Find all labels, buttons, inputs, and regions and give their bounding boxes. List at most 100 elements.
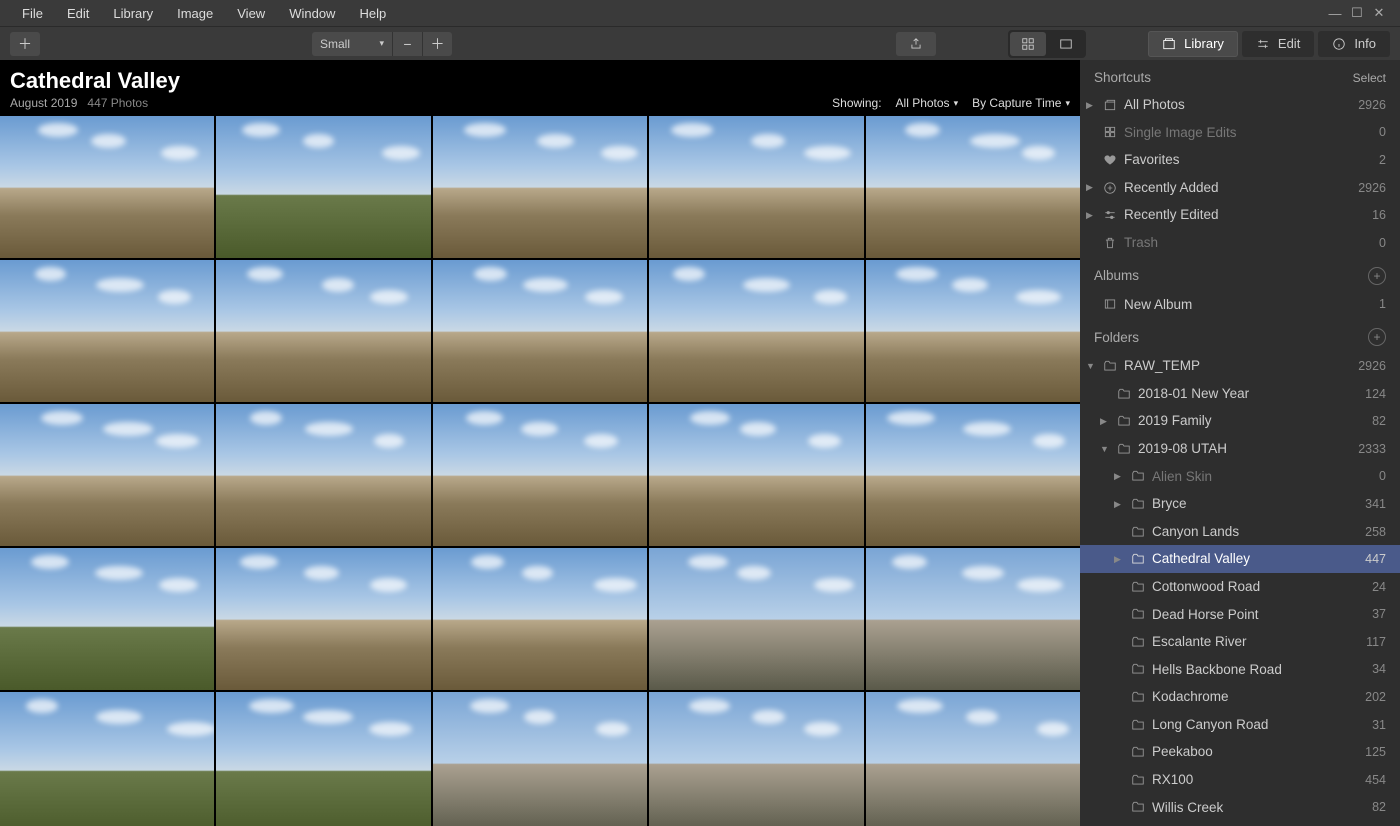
sidebar-item-alien-skin[interactable]: ▶Alien Skin0 xyxy=(1080,463,1400,491)
select-button[interactable]: Select xyxy=(1353,71,1386,85)
single-view-button[interactable] xyxy=(1048,32,1084,56)
sidebar-item-raw-temp[interactable]: ▼RAW_TEMP2926 xyxy=(1080,352,1400,380)
disclosure-triangle-icon[interactable]: ▼ xyxy=(1100,442,1110,456)
add-folder-button[interactable]: + xyxy=(1368,328,1386,346)
thumbnail[interactable] xyxy=(0,548,214,690)
menu-library[interactable]: Library xyxy=(101,6,165,21)
single-icon xyxy=(1059,37,1073,51)
sidebar-item-count: 2926 xyxy=(1358,95,1386,115)
disclosure-triangle-icon[interactable]: ▶ xyxy=(1086,180,1096,194)
thumbnail[interactable] xyxy=(433,404,647,546)
grid-view-button[interactable] xyxy=(1010,32,1046,56)
sidebar-item-escalante-river[interactable]: ▶Escalante River117 xyxy=(1080,628,1400,656)
sidebar-item-peekaboo[interactable]: ▶Peekaboo125 xyxy=(1080,738,1400,766)
disclosure-triangle-icon[interactable]: ▶ xyxy=(1086,98,1096,112)
sidebar-item-count: 202 xyxy=(1365,687,1386,707)
menu-edit[interactable]: Edit xyxy=(55,6,101,21)
window-close[interactable]: ✕ xyxy=(1368,5,1390,21)
disclosure-triangle-icon[interactable]: ▶ xyxy=(1086,208,1096,222)
filter-dropdown[interactable]: All Photos▾ xyxy=(896,96,959,110)
thumbnail[interactable] xyxy=(649,260,863,402)
menu-image[interactable]: Image xyxy=(165,6,225,21)
sidebar-item-cathedral-valley[interactable]: ▶Cathedral Valley447 xyxy=(1080,545,1400,573)
menu-view[interactable]: View xyxy=(225,6,277,21)
thumbnail[interactable] xyxy=(866,260,1080,402)
disclosure-triangle-icon[interactable]: ▼ xyxy=(1086,359,1096,373)
sidebar-item-all-photos[interactable]: ▶All Photos2926 xyxy=(1080,91,1400,119)
gallery-title: Cathedral Valley xyxy=(10,68,1070,94)
sidebar-item-rx100[interactable]: ▶RX100454 xyxy=(1080,766,1400,794)
thumbnail[interactable] xyxy=(0,692,214,826)
sort-dropdown[interactable]: By Capture Time▾ xyxy=(972,96,1070,110)
thumbnail[interactable] xyxy=(433,260,647,402)
thumbnail[interactable] xyxy=(866,692,1080,826)
thumbnail[interactable] xyxy=(216,692,430,826)
sidebar-item-cottonwood-road[interactable]: ▶Cottonwood Road24 xyxy=(1080,573,1400,601)
sidebar-item-recently-edited[interactable]: ▶Recently Edited16 xyxy=(1080,201,1400,229)
sidebar-item-dead-horse-point[interactable]: ▶Dead Horse Point37 xyxy=(1080,601,1400,629)
sidebar-item-2018-01-new-year[interactable]: ▶2018-01 New Year124 xyxy=(1080,380,1400,408)
sidebar-item-canyon-lands[interactable]: ▶Canyon Lands258 xyxy=(1080,518,1400,546)
info-tab[interactable]: Info xyxy=(1318,31,1390,57)
sidebar-item-count: 125 xyxy=(1365,742,1386,762)
window-minimize[interactable]: — xyxy=(1324,6,1346,21)
sidebar-item-trash[interactable]: ▶Trash0 xyxy=(1080,229,1400,257)
thumbnail[interactable] xyxy=(216,260,430,402)
sidebar-item-bryce[interactable]: ▶Bryce341 xyxy=(1080,490,1400,518)
thumbnail[interactable] xyxy=(433,692,647,826)
edit-tab[interactable]: Edit xyxy=(1242,31,1314,57)
sidebar-item-kodachrome[interactable]: ▶Kodachrome202 xyxy=(1080,683,1400,711)
share-button[interactable] xyxy=(896,32,936,56)
thumbnail[interactable] xyxy=(216,548,430,690)
thumbnail[interactable] xyxy=(866,404,1080,546)
thumbnail[interactable] xyxy=(866,116,1080,258)
sidebar-item-single-image-edits[interactable]: ▶Single Image Edits0 xyxy=(1080,119,1400,147)
thumbnail[interactable] xyxy=(649,692,863,826)
sidebar-item-new-album[interactable]: ▶New Album1 xyxy=(1080,291,1400,319)
thumbnail[interactable] xyxy=(0,116,214,258)
sidebar-item-willis-creek[interactable]: ▶Willis Creek82 xyxy=(1080,794,1400,822)
plus-icon xyxy=(1103,181,1117,195)
library-tab[interactable]: Library xyxy=(1148,31,1238,57)
sidebar-item-count: 1 xyxy=(1379,294,1386,314)
disclosure-triangle-icon[interactable]: ▶ xyxy=(1100,414,1110,428)
sidebar-item-2019-family[interactable]: ▶2019 Family82 xyxy=(1080,407,1400,435)
sidebar-item-long-canyon-road[interactable]: ▶Long Canyon Road31 xyxy=(1080,711,1400,739)
size-increase-button[interactable]: ＋ xyxy=(422,32,452,56)
sidebar-item-count: 31 xyxy=(1372,715,1386,735)
sidebar-item-count: 117 xyxy=(1366,632,1386,652)
thumbnail[interactable] xyxy=(0,260,214,402)
thumbnail[interactable] xyxy=(216,404,430,546)
disclosure-triangle-icon[interactable]: ▶ xyxy=(1114,469,1124,483)
thumbnail[interactable] xyxy=(0,404,214,546)
window-maximize[interactable]: ☐ xyxy=(1346,5,1368,21)
sidebar-item-2019-08-utah[interactable]: ▼2019-08 UTAH2333 xyxy=(1080,435,1400,463)
thumbnail-size-select[interactable]: Small ▾ xyxy=(312,32,392,56)
add-button[interactable]: ＋ xyxy=(10,32,40,56)
add-album-button[interactable]: + xyxy=(1368,267,1386,285)
disclosure-triangle-icon[interactable]: ▶ xyxy=(1114,497,1124,511)
thumbnail[interactable] xyxy=(433,548,647,690)
thumbnail[interactable] xyxy=(216,116,430,258)
sidebar-item-label: New Album xyxy=(1124,294,1373,316)
folder-icon xyxy=(1131,469,1145,483)
folder-icon xyxy=(1131,745,1145,759)
thumbnail[interactable] xyxy=(649,548,863,690)
thumbnail[interactable] xyxy=(649,116,863,258)
menu-help[interactable]: Help xyxy=(347,6,398,21)
menu-window[interactable]: Window xyxy=(277,6,347,21)
size-decrease-button[interactable]: − xyxy=(392,32,422,56)
thumbnail[interactable] xyxy=(649,404,863,546)
folder-icon xyxy=(1131,635,1145,649)
sidebar-item-count: 2926 xyxy=(1358,356,1386,376)
sidebar-item-label: Trash xyxy=(1124,232,1373,254)
menu-file[interactable]: File xyxy=(10,6,55,21)
thumbnail[interactable] xyxy=(433,116,647,258)
sidebar-item-recently-added[interactable]: ▶Recently Added2926 xyxy=(1080,174,1400,202)
sidebar-item-zion-kolob-road[interactable]: ▶Zion - Kolob Road106 xyxy=(1080,821,1400,826)
panel-tabs: Library Edit Info xyxy=(1148,31,1390,57)
disclosure-triangle-icon[interactable]: ▶ xyxy=(1114,552,1124,566)
sidebar-item-hells-backbone-road[interactable]: ▶Hells Backbone Road34 xyxy=(1080,656,1400,684)
thumbnail[interactable] xyxy=(866,548,1080,690)
sidebar-item-favorites[interactable]: ▶Favorites2 xyxy=(1080,146,1400,174)
